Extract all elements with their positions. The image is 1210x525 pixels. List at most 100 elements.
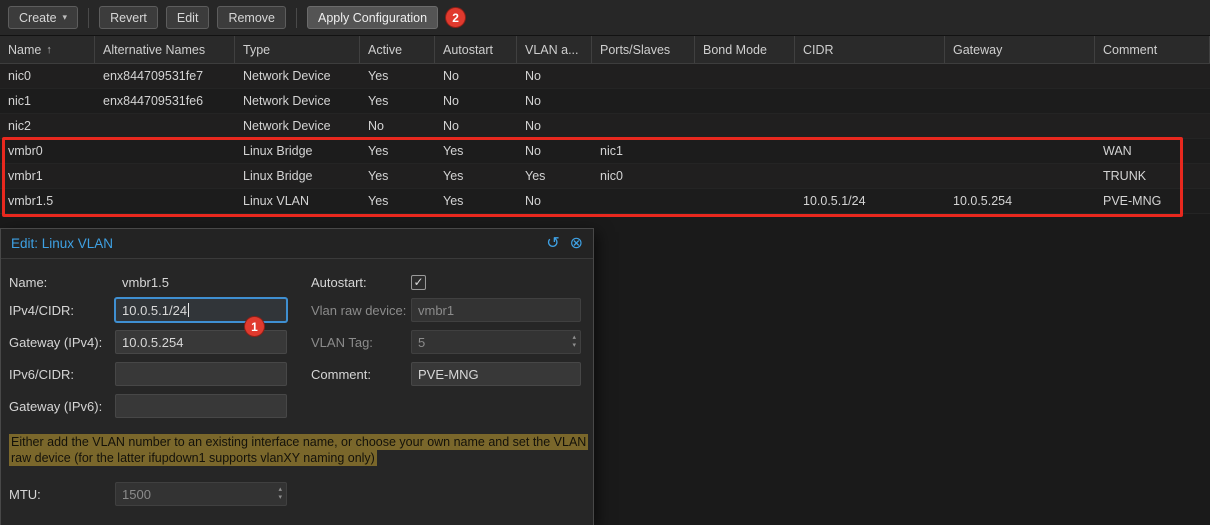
cell-vlan-aware: No <box>525 119 541 133</box>
vlan-raw-device-input: vmbr1 <box>411 298 581 322</box>
cell-vlan-aware: No <box>525 144 541 158</box>
close-icon[interactable]: ⊗ <box>570 235 583 252</box>
cell-active: Yes <box>368 69 389 83</box>
cell-cidr: 10.0.5.1/24 <box>803 194 866 208</box>
cell-bond-mode <box>695 139 795 163</box>
gateway-ipv4-label: Gateway (IPv4): <box>9 334 103 350</box>
cell-alternative-names <box>95 164 235 188</box>
table-row-vmbr1-5[interactable]: vmbr1.5 Linux VLAN Yes Yes No 10.0.5.1/2… <box>0 189 1210 214</box>
autostart-checkbox[interactable]: ✓ <box>411 275 426 290</box>
gateway-ipv4-input[interactable]: 10.0.5.254 <box>115 330 287 354</box>
vlan-hint-text: Either add the VLAN number to an existin… <box>9 434 589 466</box>
create-button[interactable]: Create ▾ <box>8 6 79 29</box>
column-header-name-label: Name <box>8 42 42 57</box>
cell-autostart: No <box>443 119 459 133</box>
gateway-ipv4-value: 10.0.5.254 <box>122 334 184 350</box>
name-label: Name: <box>9 275 48 290</box>
edit-button[interactable]: Edit <box>165 6 210 29</box>
revert-button[interactable]: Revert <box>99 6 158 29</box>
cell-active: Yes <box>368 169 389 183</box>
column-header-autostart[interactable]: Autostart <box>435 36 517 63</box>
column-header-ports-slaves[interactable]: Ports/Slaves <box>592 36 695 63</box>
edit-linux-vlan-dialog: Edit: Linux VLAN ↺ ⊗ Name: vmbr1.5 Autos… <box>0 228 594 525</box>
cell-autostart: No <box>443 94 459 108</box>
vlan-raw-device-label: Vlan raw device: <box>311 302 407 318</box>
table-header: Name ↑ Alternative Names Type Active Aut… <box>0 36 1210 64</box>
network-table: nic0 enx844709531fe7 Network Device Yes … <box>0 64 1210 214</box>
table-row-nic0[interactable]: nic0 enx844709531fe7 Network Device Yes … <box>0 64 1210 89</box>
table-row-vmbr1[interactable]: vmbr1 Linux Bridge Yes Yes Yes nic0 TRUN… <box>0 164 1210 189</box>
cell-active: Yes <box>368 194 389 208</box>
cell-vlan-aware: No <box>525 69 541 83</box>
apply-configuration-button[interactable]: Apply Configuration <box>306 6 439 29</box>
comment-value: PVE-MNG <box>418 366 479 382</box>
column-header-alternative-names[interactable]: Alternative Names <box>95 36 235 63</box>
cell-ports-slaves: nic1 <box>600 144 623 158</box>
cell-bond-mode <box>695 189 795 213</box>
column-header-active[interactable]: Active <box>360 36 435 63</box>
vlan-raw-device-value: vmbr1 <box>418 302 455 318</box>
cell-name: nic0 <box>8 69 31 83</box>
vlan-tag-value: 5 <box>418 334 426 350</box>
mtu-input: 1500 ▴ ▾ <box>115 482 287 506</box>
cell-type: Linux VLAN <box>243 194 310 208</box>
undo-icon[interactable]: ↺ <box>546 235 559 252</box>
cell-cidr <box>795 164 945 188</box>
column-header-type[interactable]: Type <box>235 36 360 63</box>
cell-gateway <box>945 64 1095 88</box>
cell-cidr <box>795 139 945 163</box>
cell-vlan-aware: No <box>525 194 541 208</box>
name-value: vmbr1.5 <box>122 275 169 290</box>
cell-comment: WAN <box>1103 144 1132 158</box>
cell-gateway: 10.0.5.254 <box>953 194 1013 208</box>
cell-type: Linux Bridge <box>243 144 313 158</box>
table-row-nic1[interactable]: nic1 enx844709531fe6 Network Device Yes … <box>0 89 1210 114</box>
cell-comment: TRUNK <box>1103 169 1147 183</box>
ipv6-cidr-input[interactable] <box>115 362 287 386</box>
cell-type: Network Device <box>243 119 331 133</box>
toolbar: Create ▾ Revert Edit Remove Apply Config… <box>0 0 1210 36</box>
ipv6-cidr-label: IPv6/CIDR: <box>9 366 75 382</box>
annotation-badge-2: 2 <box>446 8 466 27</box>
cell-alternative-names: enx844709531fe7 <box>103 69 204 83</box>
mtu-label: MTU: <box>9 486 41 502</box>
spinner-buttons-icon: ▴ ▾ <box>572 334 576 349</box>
cell-active: No <box>368 119 384 133</box>
dialog-header[interactable]: Edit: Linux VLAN ↺ ⊗ <box>1 229 593 259</box>
table-row-vmbr0[interactable]: vmbr0 Linux Bridge Yes Yes No nic1 WAN <box>0 139 1210 164</box>
column-header-gateway[interactable]: Gateway <box>945 36 1095 63</box>
column-header-bond-mode[interactable]: Bond Mode <box>695 36 795 63</box>
cell-alternative-names: enx844709531fe6 <box>103 94 204 108</box>
gateway-ipv6-input[interactable] <box>115 394 287 418</box>
spinner-buttons-icon: ▴ ▾ <box>278 486 282 501</box>
column-header-name[interactable]: Name ↑ <box>0 36 95 63</box>
column-header-vlan-aware[interactable]: VLAN a... <box>517 36 592 63</box>
cell-vlan-aware: Yes <box>525 169 546 183</box>
cell-name: nic2 <box>8 119 31 133</box>
ipv4-cidr-input[interactable]: 10.0.5.1/24 <box>115 298 287 322</box>
cell-type: Network Device <box>243 69 331 83</box>
cell-cidr <box>795 64 945 88</box>
cell-comment <box>1095 64 1210 88</box>
comment-input[interactable]: PVE-MNG <box>411 362 581 386</box>
column-header-cidr[interactable]: CIDR <box>795 36 945 63</box>
mtu-value: 1500 <box>122 486 151 502</box>
cell-autostart: No <box>443 69 459 83</box>
table-row-nic2[interactable]: nic2 Network Device No No No <box>0 114 1210 139</box>
column-header-comment[interactable]: Comment <box>1095 36 1210 63</box>
cell-vlan-aware: No <box>525 94 541 108</box>
cell-ports-slaves <box>592 189 695 213</box>
annotation-badge-1: 1 <box>245 317 264 336</box>
cell-cidr <box>795 114 945 138</box>
cell-comment: PVE-MNG <box>1103 194 1162 208</box>
toolbar-separator <box>295 7 297 28</box>
create-button-label: Create <box>19 10 57 25</box>
ipv4-cidr-value: 10.0.5.1/24 <box>122 302 188 318</box>
dialog-body: Name: vmbr1.5 Autostart: ✓ IPv4/CIDR: 10… <box>1 259 593 506</box>
remove-button[interactable]: Remove <box>217 6 286 29</box>
chevron-down-icon: ▾ <box>62 12 68 22</box>
cell-bond-mode <box>695 164 795 188</box>
cell-comment <box>1095 114 1210 138</box>
toolbar-separator <box>88 7 90 28</box>
cell-type: Network Device <box>243 94 331 108</box>
